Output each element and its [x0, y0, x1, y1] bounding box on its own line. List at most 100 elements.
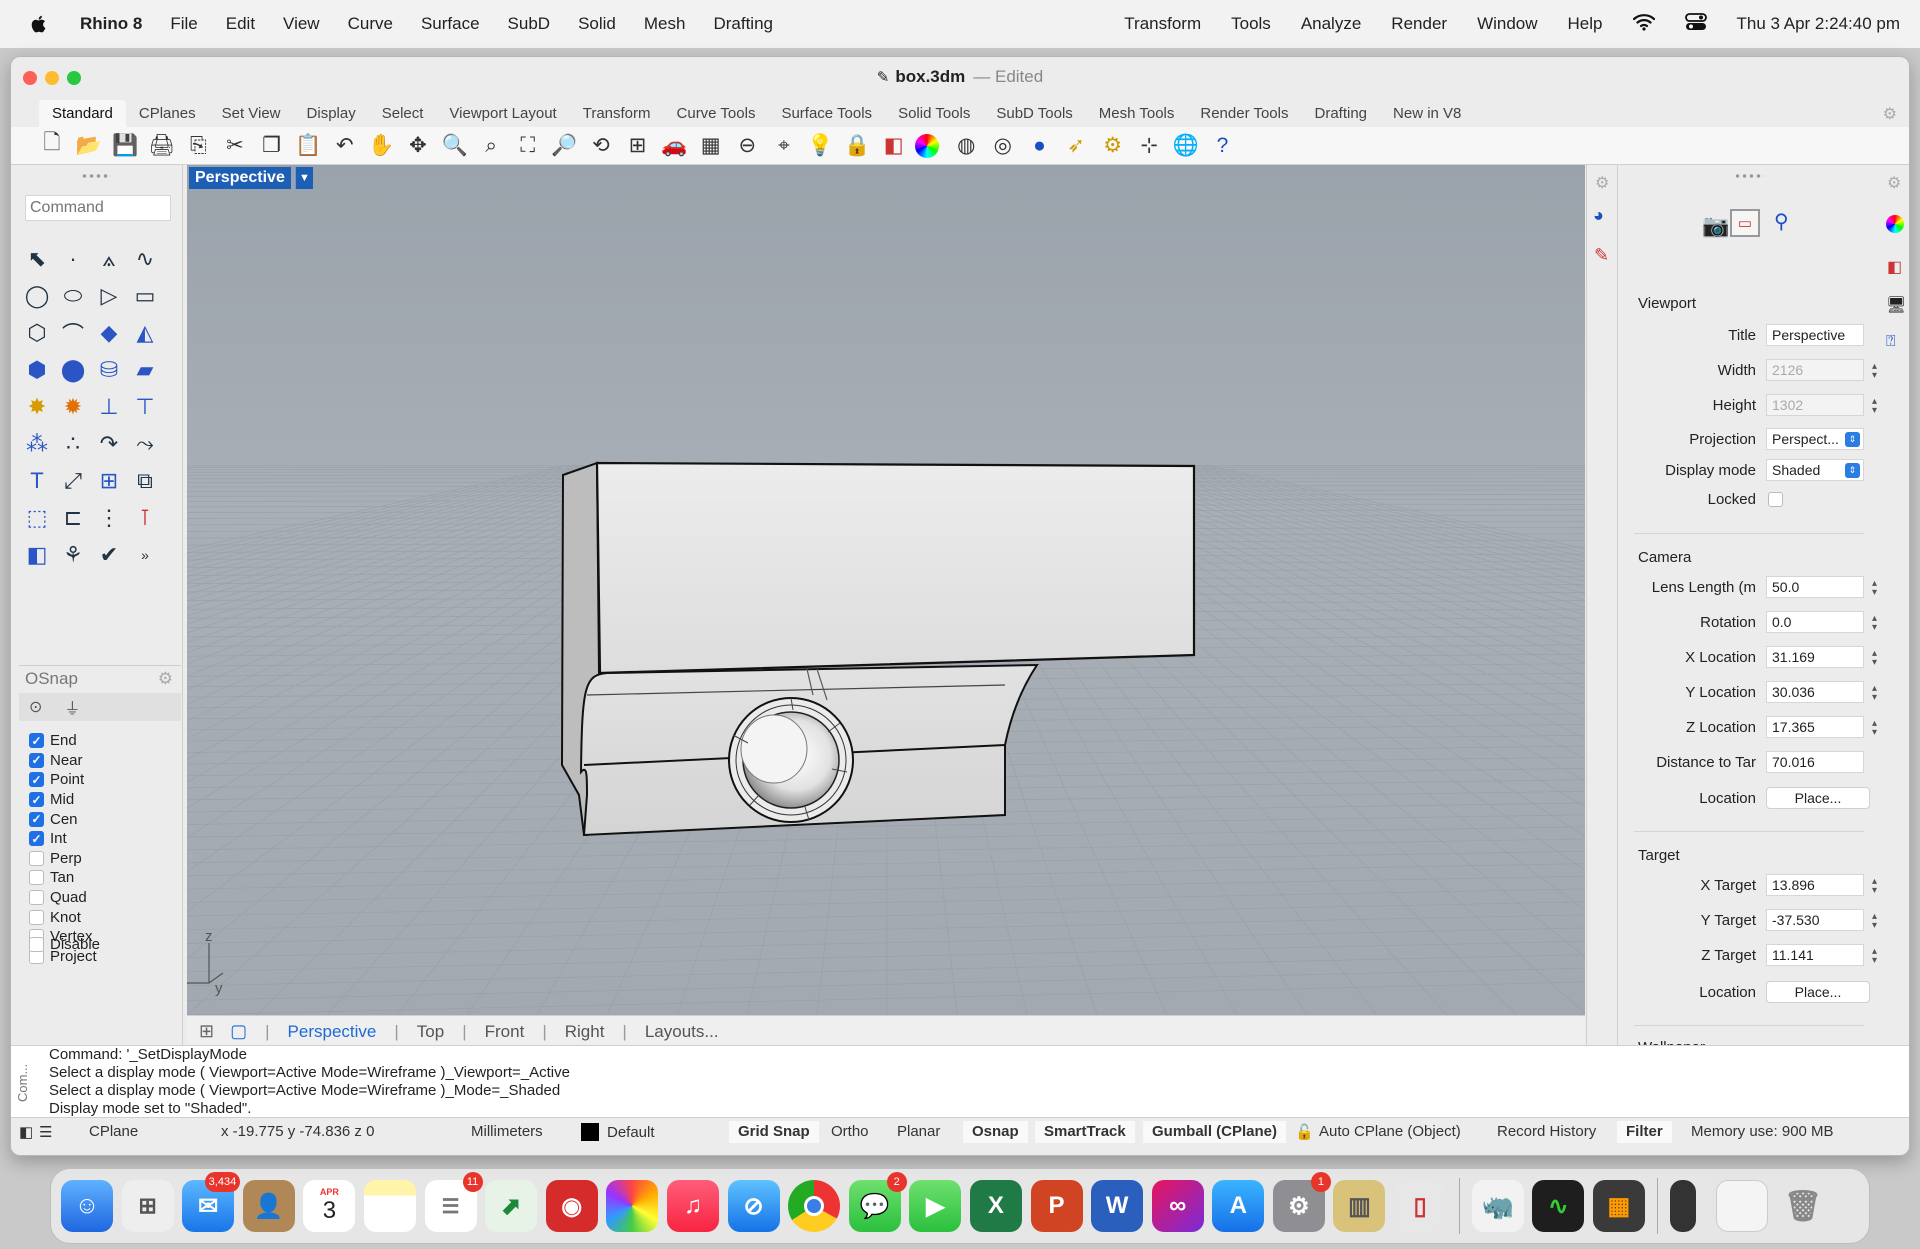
osnap-item-point[interactable]: ✓ Point: [29, 770, 97, 790]
lock-icon[interactable]: 🔒: [842, 131, 872, 161]
tab-solid-tools[interactable]: Solid Tools: [885, 100, 983, 127]
sidebar-toggle-icon[interactable]: ◧: [19, 1123, 33, 1141]
polyline-icon[interactable]: ⟑: [93, 243, 125, 275]
panel-grip[interactable]: [1734, 173, 1764, 179]
dimension-icon[interactable]: ⊹: [1134, 131, 1164, 161]
menu-file[interactable]: File: [170, 14, 197, 34]
menu-surface[interactable]: Surface: [421, 14, 480, 34]
osnap-checkbox-quad[interactable]: [29, 890, 44, 906]
menu-tools[interactable]: Tools: [1231, 14, 1271, 34]
viewport-grid-icon[interactable]: ⊞: [199, 1021, 214, 1042]
record-history-toggle[interactable]: Record History: [1497, 1123, 1596, 1140]
sweep-icon[interactable]: ◭: [129, 317, 161, 349]
osnap-disable[interactable]: Disable: [29, 935, 100, 955]
rendered-sphere-icon[interactable]: ●: [1024, 131, 1054, 161]
command-history-tab[interactable]: Com...: [15, 1052, 33, 1114]
more-tools-icon[interactable]: »: [129, 539, 161, 571]
viewport-tab-perspective[interactable]: Perspective: [288, 1022, 377, 1042]
osnap-settings-gear-icon[interactable]: ⚙: [158, 669, 173, 689]
osnap-target-icon[interactable]: ⊙: [29, 697, 42, 717]
y-location-stepper-icon[interactable]: ▴ ▾: [1872, 684, 1877, 703]
osnap-item-near[interactable]: ✓ Near: [29, 751, 97, 771]
height-stepper-icon[interactable]: ▴ ▾: [1872, 397, 1877, 416]
circle-icon[interactable]: ◯: [21, 280, 53, 312]
polygon-icon[interactable]: ▷: [93, 280, 125, 312]
menu-curve[interactable]: Curve: [348, 14, 393, 34]
tabs-settings-gear-icon[interactable]: ⚙: [1883, 104, 1897, 124]
zoom-icon[interactable]: 🔍: [440, 131, 470, 161]
height-field[interactable]: 1302 ▴ ▾: [1766, 394, 1877, 416]
points-icon[interactable]: ∴: [57, 428, 89, 460]
menu-drafting[interactable]: Drafting: [713, 14, 773, 34]
menu-render[interactable]: Render: [1391, 14, 1447, 34]
tab-viewport-layout[interactable]: Viewport Layout: [436, 100, 569, 127]
auto-cplane-toggle[interactable]: Auto CPlane (Object): [1319, 1123, 1461, 1140]
units-status[interactable]: Millimeters: [471, 1123, 543, 1140]
zoom-selected-icon[interactable]: 🔎: [549, 131, 579, 161]
osnap-item-knot[interactable]: Knot: [29, 907, 97, 927]
color-icon[interactable]: [1886, 215, 1904, 233]
tab-surface-tools[interactable]: Surface Tools: [768, 100, 885, 127]
wireframe-sphere-icon[interactable]: ◍: [951, 131, 981, 161]
app-store-icon[interactable]: A: [1212, 1180, 1265, 1232]
split-icon[interactable]: ⊤: [129, 391, 161, 423]
osnap-checkbox-knot[interactable]: [29, 909, 44, 925]
smarttrack-toggle[interactable]: SmartTrack: [1035, 1121, 1135, 1143]
y-target-stepper-icon[interactable]: ▴ ▾: [1872, 912, 1877, 931]
planar-toggle[interactable]: Planar: [897, 1123, 940, 1140]
messages-icon[interactable]: 💬 2: [848, 1172, 907, 1232]
safari-icon[interactable]: ⊘: [727, 1180, 780, 1232]
viewport-menu-chevron-down-icon[interactable]: ▼: [295, 167, 313, 189]
lens-stepper-icon[interactable]: ▴ ▾: [1872, 579, 1877, 598]
z-location-stepper-icon[interactable]: ▴ ▾: [1872, 719, 1877, 738]
rotation-field[interactable]: 0.0 ▴ ▾: [1766, 611, 1877, 633]
trim-icon[interactable]: ⊥: [93, 391, 125, 423]
menu-edit[interactable]: Edit: [226, 14, 255, 34]
import-icon[interactable]: ⎘: [183, 131, 213, 161]
osnap-toggle[interactable]: Osnap: [963, 1121, 1028, 1143]
osnap-item-tan[interactable]: Tan: [29, 868, 97, 888]
arc-icon[interactable]: ⌒: [57, 317, 89, 349]
osnap-checkbox-perp[interactable]: [29, 850, 44, 866]
contacts-icon[interactable]: 👤: [242, 1180, 295, 1232]
list-icon[interactable]: ☰: [39, 1123, 52, 1141]
rotate-view-icon[interactable]: ✥: [403, 131, 433, 161]
auto-cplane-lock-icon[interactable]: 🔓: [1295, 1123, 1314, 1141]
minimize-window-button[interactable]: [45, 71, 59, 85]
dimension-tool-icon[interactable]: ⊏: [57, 502, 89, 534]
osnap-filter-icon[interactable]: ⏚: [64, 695, 80, 719]
x-target-stepper-icon[interactable]: ▴ ▾: [1872, 877, 1877, 896]
tab-display[interactable]: Display: [294, 100, 369, 127]
tab-standard[interactable]: Standard: [39, 99, 126, 127]
notes-icon[interactable]: [363, 1180, 416, 1232]
display-mode-select[interactable]: Shaded ⇕: [1766, 459, 1864, 481]
word-icon[interactable]: W: [1091, 1180, 1144, 1232]
menu-view[interactable]: View: [283, 14, 320, 34]
hexagon-icon[interactable]: ⬡: [21, 317, 53, 349]
osnap-item-mid[interactable]: ✓ Mid: [29, 790, 97, 810]
grid-icon[interactable]: ▦: [696, 131, 726, 161]
cylinder-icon[interactable]: ⛁: [93, 354, 125, 386]
zoom-extents-icon[interactable]: ⛶: [513, 131, 543, 161]
lens-length-field[interactable]: 50.0 ▴ ▾: [1766, 576, 1877, 598]
osnap-disable-checkbox[interactable]: [29, 937, 44, 953]
projection-select[interactable]: Perspect... ⇕: [1766, 428, 1864, 450]
recent-document-icon[interactable]: [1670, 1180, 1697, 1232]
point-icon[interactable]: ·: [57, 243, 89, 275]
menu-window[interactable]: Window: [1477, 14, 1537, 34]
x-location-field[interactable]: 31.169 ▴ ▾: [1766, 646, 1877, 668]
close-window-button[interactable]: [23, 71, 37, 85]
x-target-field[interactable]: 13.896 ▴ ▾: [1766, 874, 1877, 896]
zoom-window-button[interactable]: [67, 71, 81, 85]
car-icon[interactable]: 🚗: [659, 131, 689, 161]
select-arrow-icon[interactable]: ⬉: [21, 243, 53, 275]
command-input[interactable]: [25, 195, 171, 221]
open-icon[interactable]: 📂: [74, 131, 104, 161]
menu-transform[interactable]: Transform: [1124, 14, 1201, 34]
creative-cloud-icon[interactable]: ∞: [1151, 1180, 1204, 1232]
array-icon[interactable]: ⊞: [93, 465, 125, 497]
save-icon[interactable]: 💾: [110, 131, 140, 161]
grid-array-icon[interactable]: ⋮: [93, 502, 125, 534]
camera-icon[interactable]: 📷: [1702, 213, 1729, 239]
right-strip-gear-icon[interactable]: ⚙: [1887, 173, 1901, 193]
